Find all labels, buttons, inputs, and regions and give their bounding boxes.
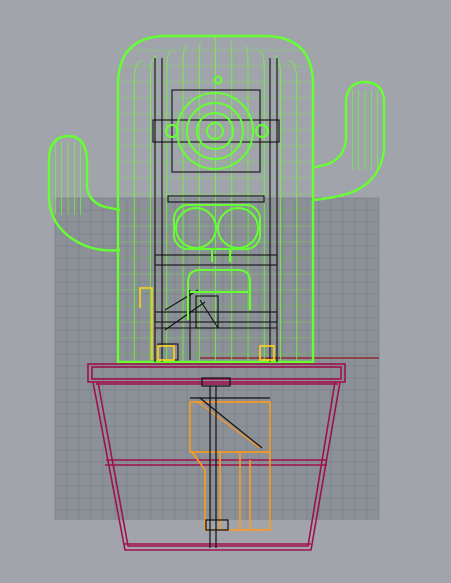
rhino-viewport[interactable] bbox=[0, 0, 451, 583]
wireframe-scene[interactable] bbox=[0, 0, 451, 583]
construction-grid bbox=[54, 197, 380, 520]
